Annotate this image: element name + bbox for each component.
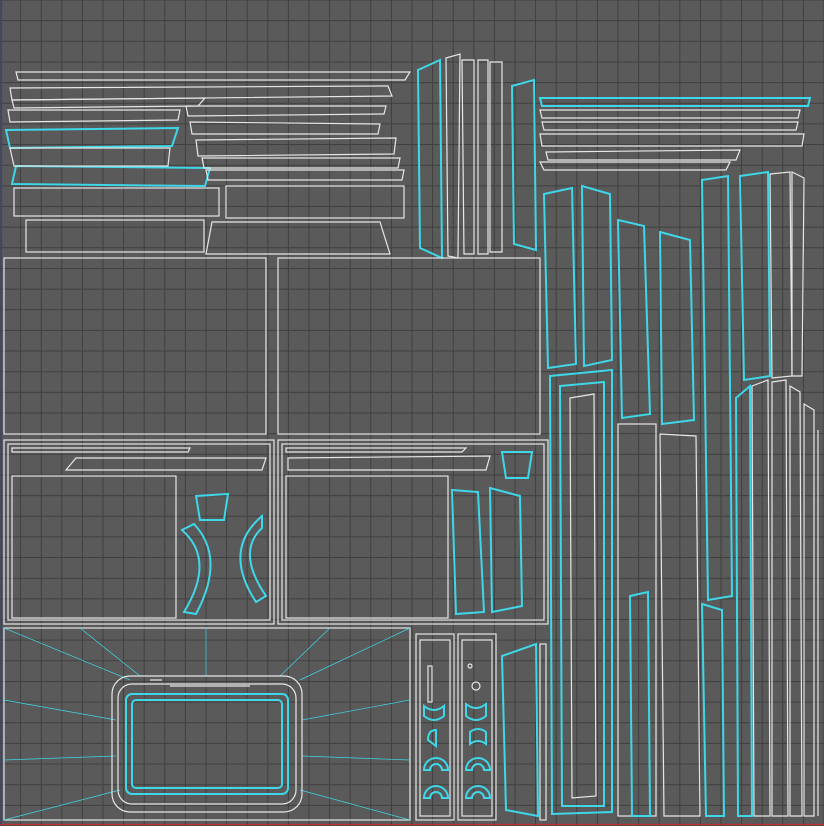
uv-editor-viewport[interactable] [0, 0, 824, 826]
uv-grid [0, 0, 824, 826]
uv-canvas[interactable] [0, 0, 824, 826]
